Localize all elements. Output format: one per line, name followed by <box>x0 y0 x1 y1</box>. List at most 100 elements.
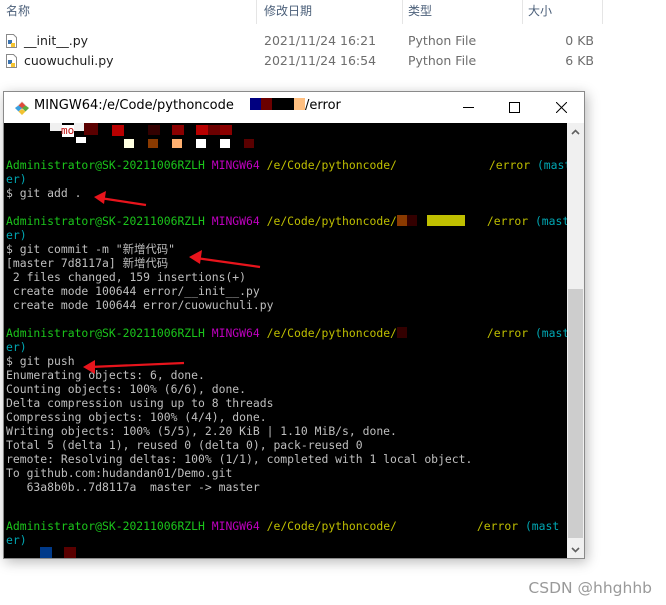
prompt-system: MINGW64 <box>211 214 260 228</box>
prompt-dollar: $ <box>6 186 13 200</box>
python-file-icon <box>6 34 17 48</box>
prompt-path: /e/Code/pythoncode/ /error <box>267 519 518 533</box>
output-line: 2 files changed, 159 insertions(+) <box>6 270 247 284</box>
close-icon <box>555 102 567 113</box>
annotation-arrow-icon <box>189 250 261 269</box>
column-divider[interactable] <box>522 0 523 24</box>
output-line: Writing objects: 100% (5/5), 2.20 KiB | … <box>6 424 397 438</box>
command-line: $ git push <box>6 354 75 368</box>
redacted-block <box>396 215 407 226</box>
python-file-icon <box>6 54 17 68</box>
scroll-up-button[interactable] <box>567 123 584 140</box>
redacted-block <box>196 125 208 135</box>
command-line: $ git commit -m "新增代码" <box>6 242 175 256</box>
prompt-user-host: Administrator@SK-20211006RZLH <box>6 519 205 533</box>
redacted-block <box>416 215 427 226</box>
file-type: Python File <box>408 53 477 68</box>
prompt-line: Administrator@SK-20211006RZLH MINGW64 /e… <box>6 214 567 228</box>
redacted-block <box>261 98 273 110</box>
redacted-block <box>64 547 76 558</box>
file-row[interactable]: __init__.py 2021/11/24 16:21 Python File… <box>0 31 600 51</box>
column-divider[interactable] <box>402 0 403 24</box>
window-title-suffix: /error <box>305 98 341 113</box>
command-text: git push <box>19 354 75 368</box>
file-row[interactable]: cuowuchuli.py 2021/11/24 16:54 Python Fi… <box>0 51 600 71</box>
partial-terminal-text: mo <box>61 124 75 137</box>
output-line: To github.com:hudandan01/Demo.git <box>6 466 233 480</box>
prompt-path-suffix: /error <box>488 158 531 172</box>
minimize-icon <box>462 107 474 108</box>
prompt-dollar: $ <box>6 354 13 368</box>
output-line: create mode 100644 error/cuowuchuli.py <box>6 298 274 312</box>
prompt-branch: (mast <box>534 326 567 340</box>
file-modified: 2021/11/24 16:21 <box>264 33 377 48</box>
file-name: __init__.py <box>24 33 89 48</box>
prompt-branch-wrap: er) <box>6 228 27 242</box>
command-line: $ git add . <box>6 186 81 200</box>
redacted-block <box>172 125 184 135</box>
output-line: Counting objects: 100% (6/6), done. <box>6 382 247 396</box>
column-header-size[interactable]: 大小 <box>528 0 552 24</box>
redacted-block <box>112 125 124 136</box>
redacted-block <box>250 98 262 110</box>
window-title: MINGW64:/e/Code/pythoncode /error <box>34 98 341 113</box>
column-header-name[interactable]: 名称 <box>6 0 30 24</box>
chevron-up-icon <box>571 128 580 135</box>
prompt-dollar: $ <box>6 242 13 256</box>
prompt-branch-wrap: er) <box>6 533 27 547</box>
prompt-path-suffix: /error <box>486 326 529 340</box>
file-name: cuowuchuli.py <box>24 53 114 68</box>
prompt-branch: (mast <box>536 158 567 172</box>
redacted-block <box>244 139 254 148</box>
redacted-block <box>208 125 220 135</box>
redacted-block <box>426 215 465 226</box>
column-header-modified[interactable]: 修改日期 <box>264 0 312 24</box>
chevron-down-icon <box>571 546 580 553</box>
close-button[interactable] <box>538 92 584 123</box>
prompt-branch: (mast <box>524 519 560 533</box>
output-line: Total 5 (delta 1), reused 0 (delta 0), p… <box>6 438 363 452</box>
redacted-block <box>220 139 230 148</box>
prompt-path-prefix: /e/Code/pythoncode/ <box>266 214 397 228</box>
annotation-arrow-icon <box>94 191 147 207</box>
prompt-system: MINGW64 <box>211 519 260 533</box>
redacted-path <box>396 326 487 340</box>
redacted-block <box>272 98 284 110</box>
prompt-user-host: Administrator@SK-20211006RZLH <box>6 158 205 172</box>
prompt-path: /e/Code/pythoncode/ /error <box>267 214 528 228</box>
git-bash-diamond-icon <box>15 101 29 115</box>
prompt-line: Administrator@SK-20211006RZLH MINGW64 /e… <box>6 326 567 340</box>
redacted-block <box>84 123 98 135</box>
output-line: [master 7d8117a] 新增代码 <box>6 256 169 270</box>
command-text: git commit -m "新增代码" <box>19 242 176 256</box>
prompt-branch: (mast <box>534 214 567 228</box>
prompt-line: Administrator@SK-20211006RZLH MINGW64 /e… <box>6 158 567 172</box>
csdn-watermark: CSDN @hhghhb <box>528 579 652 597</box>
prompt-path-prefix: /e/Code/pythoncode/ <box>266 158 397 172</box>
redacted-block <box>196 139 206 148</box>
prompt-branch-wrap: er) <box>6 340 27 354</box>
vertical-scrollbar[interactable] <box>567 123 584 558</box>
redacted-block <box>76 137 86 143</box>
prompt-path: /e/Code/pythoncode/ /error <box>267 326 528 340</box>
redacted-path <box>396 214 487 228</box>
redacted-path <box>397 519 477 533</box>
redacted-block <box>220 125 232 135</box>
window-title-path: MINGW64:/e/Code/pythoncode <box>34 98 234 113</box>
redacted-block <box>40 547 52 558</box>
redacted-block <box>396 327 407 338</box>
prompt-path-suffix: /error <box>486 214 529 228</box>
scrollbar-thumb[interactable] <box>568 289 583 538</box>
window-titlebar[interactable]: MINGW64:/e/Code/pythoncode /error <box>4 92 584 123</box>
prompt-branch-wrap: er) <box>6 172 27 186</box>
column-header-type[interactable]: 类型 <box>408 0 432 24</box>
terminal-output[interactable]: mo Administrator@SK-20211006RZLH MINGW64… <box>4 123 567 558</box>
scroll-down-button[interactable] <box>567 541 584 558</box>
maximize-button[interactable] <box>491 92 537 123</box>
column-divider[interactable] <box>602 0 603 24</box>
output-line: Compressing objects: 100% (4/4), done. <box>6 410 267 424</box>
command-text: git add . <box>19 186 82 200</box>
minimize-button[interactable] <box>445 92 491 123</box>
column-divider[interactable] <box>256 0 257 24</box>
output-line: remote: Resolving deltas: 100% (1/1), co… <box>6 452 473 466</box>
